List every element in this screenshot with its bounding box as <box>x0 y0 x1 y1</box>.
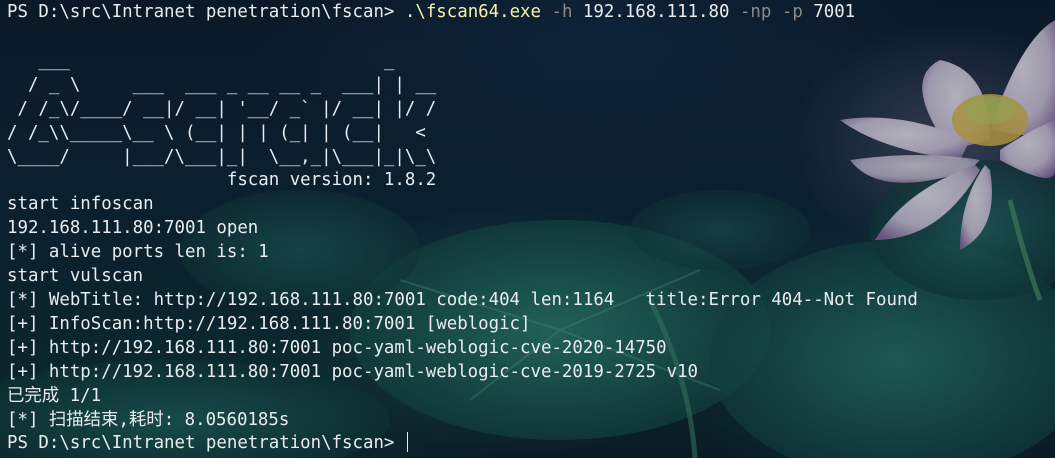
prompt-path: PS D:\src\Intranet penetration\fscan> <box>7 2 405 22</box>
output-line: 已完成 1/1 <box>7 386 102 406</box>
flag-np: -np <box>729 2 772 22</box>
output-line: 192.168.111.80:7001 open <box>7 218 259 238</box>
banner-line: \____/ |___/\___|_| \__,_|\___|_|\_\ <box>7 147 468 167</box>
terminal-window[interactable]: PS D:\src\Intranet penetration\fscan> .\… <box>0 0 1055 458</box>
banner-line: / /_\/____/ __|/ __| '__/ _` |/ __| |/ / <box>7 99 437 119</box>
output-line: start infoscan <box>7 194 154 214</box>
output-line: [+] InfoScan:http://192.168.111.80:7001 … <box>7 314 531 334</box>
banner-line: / /_\\_____\__ \ (__| | | (_| | (__| < <box>7 123 468 143</box>
output-line: [*] WebTitle: http://192.168.111.80:7001… <box>7 290 918 310</box>
command-exe: .\fscan64.exe <box>404 2 541 22</box>
output-line: start vulscan <box>7 266 144 286</box>
banner-line: ___ _ <box>7 51 437 71</box>
flag-h: -h <box>541 2 573 22</box>
host-arg: 192.168.111.80 <box>572 2 730 22</box>
command-line: PS D:\src\Intranet penetration\fscan> .\… <box>7 0 855 24</box>
output-line: [*] alive ports len is: 1 <box>7 242 269 262</box>
text-cursor[interactable] <box>406 432 408 452</box>
version-line: fscan version: 1.8.2 <box>7 170 437 190</box>
banner-line: / _ \ ___ ___ _ __ __ _ ___| | __ <box>7 75 447 95</box>
flag-p: -p <box>771 2 803 22</box>
output-line: [*] 扫描结束,耗时: 8.0560185s <box>7 410 290 430</box>
input-prompt-line[interactable]: PS D:\src\Intranet penetration\fscan> <box>7 431 408 455</box>
prompt-path: PS D:\src\Intranet penetration\fscan> <box>7 433 405 453</box>
port-arg: 7001 <box>802 2 856 22</box>
output-line: [+] http://192.168.111.80:7001 poc-yaml-… <box>7 362 699 382</box>
output-line: [+] http://192.168.111.80:7001 poc-yaml-… <box>7 338 667 358</box>
